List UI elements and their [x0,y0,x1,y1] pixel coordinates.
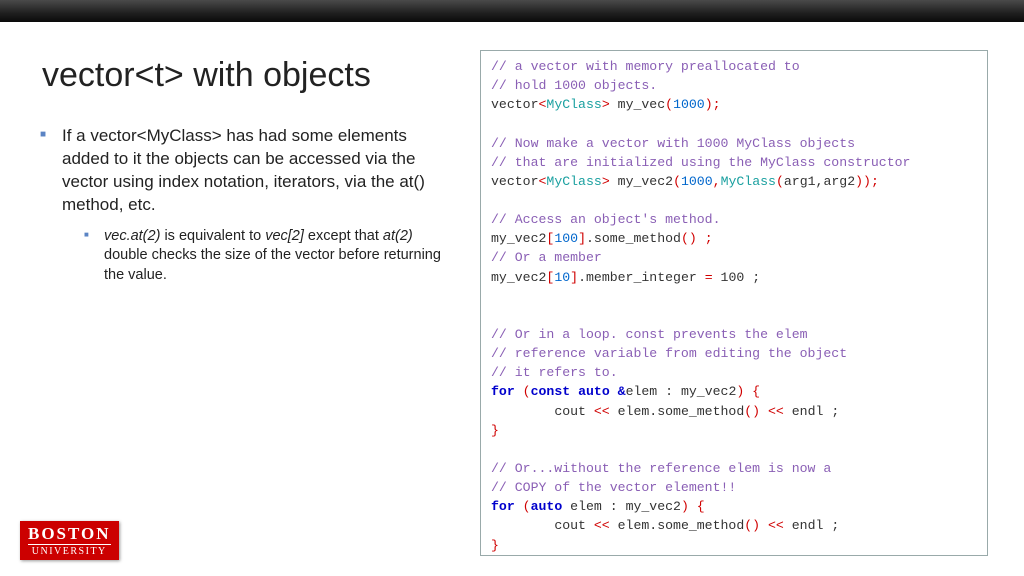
sub-text-3: double checks the size of the vector bef… [104,247,441,283]
slide-content: vector<t> with objects If a vector<MyCla… [0,22,1024,576]
right-column: // a vector with memory preallocated to … [480,50,988,556]
code-block: // a vector with memory preallocated to … [480,50,988,556]
window-titlebar [0,0,1024,22]
bullet-sub: vec.at(2) is equivalent to vec[2] except… [84,227,456,286]
code-inline-vecat: vec.at(2) [104,228,160,244]
left-column: vector<t> with objects If a vector<MyCla… [36,50,456,556]
slide-title: vector<t> with objects [42,56,456,95]
logo-line1: BOSTON [28,525,111,542]
code-inline-vec2: vec[2] [265,228,304,244]
code-inline-at2: at(2) [383,228,413,244]
boston-university-logo: BOSTON UNIVERSITY [20,521,119,560]
logo-line2: UNIVERSITY [28,544,111,557]
bullet-main-text: If a vector<MyClass> has had some elemen… [62,126,425,214]
sub-text-1: is equivalent to [160,228,265,244]
bullet-main: If a vector<MyClass> has had some elemen… [36,125,456,285]
sub-text-2: except that [304,228,383,244]
